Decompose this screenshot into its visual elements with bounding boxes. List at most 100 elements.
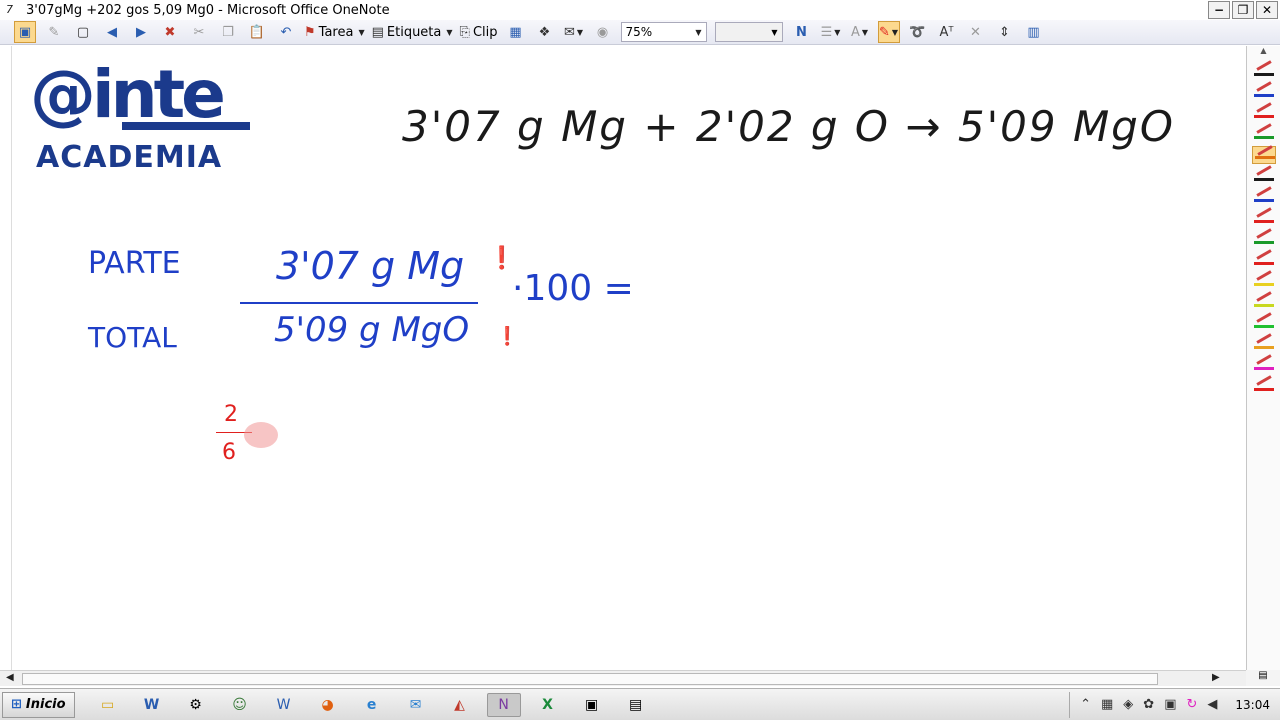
zoom-select[interactable]: 75% ▼ — [620, 22, 707, 42]
chevron-down-icon: ▼ — [695, 27, 702, 37]
eraser-icon[interactable]: ✕ — [965, 21, 987, 43]
note-page[interactable]: @inte ACADEMIA 3'07 g Mg + 2'02 g O → 5'… — [12, 46, 1244, 670]
pen-nib-icon — [1255, 207, 1272, 218]
pen-swatch-16[interactable] — [1252, 375, 1276, 395]
ink-total: TOTAL — [88, 321, 177, 354]
bullets-icon[interactable]: ☰ ▼ — [820, 21, 842, 43]
logo-academia-text: ACADEMIA — [36, 140, 223, 175]
users-icon[interactable]: ☺ — [223, 693, 257, 717]
insert-space-icon[interactable]: ⇕ — [994, 21, 1016, 43]
onenote-taskbar-icon[interactable]: N — [486, 692, 521, 717]
scroll-right-icon[interactable]: ▶ — [1212, 672, 1220, 683]
horizontal-scrollbar[interactable]: ◀ ▶ — [0, 670, 1246, 686]
scrollbar-thumb[interactable] — [22, 673, 1158, 685]
window-icon[interactable]: ▣ — [575, 693, 609, 717]
ink-red-mark-bottom: ❗ — [496, 326, 519, 347]
send-icon[interactable]: ✉ ▼ — [563, 21, 585, 43]
minimize-button[interactable]: − — [1208, 1, 1230, 19]
windows-logo-icon: ⊞ — [11, 697, 22, 712]
font-color-icon[interactable]: A ▼ — [849, 21, 871, 43]
antivirus-icon[interactable]: ◈ — [1123, 697, 1133, 712]
update-icon[interactable]: ↻ — [1187, 697, 1198, 712]
pen-swatch-6[interactable] — [1252, 165, 1276, 185]
start-button[interactable]: ⊞ Inicio — [2, 691, 75, 718]
pen-swatch-3[interactable] — [1252, 102, 1276, 122]
forward-icon[interactable]: ▶ — [130, 21, 152, 43]
pen-color-stroke — [1253, 262, 1274, 265]
text-style-icon[interactable]: Aᵀ — [936, 21, 958, 43]
pen-color-stroke — [1253, 283, 1274, 286]
cut-icon[interactable]: ✂ — [188, 21, 210, 43]
pen-tool-icon[interactable]: ✎ — [43, 21, 65, 43]
page-list-icon[interactable]: ▥ — [1023, 21, 1045, 43]
ink-red-mark-top: ❗ — [488, 246, 516, 271]
pen-swatch-9[interactable] — [1252, 228, 1276, 248]
monitor-icon[interactable]: ▤ — [619, 693, 653, 717]
pen-swatch-10[interactable] — [1252, 249, 1276, 269]
pen-swatch-15[interactable] — [1252, 354, 1276, 374]
pen-color-icon[interactable]: ✎ ▼ — [877, 21, 900, 43]
etiqueta-button[interactable]: ▤ Etiqueta ▼ — [372, 21, 453, 43]
clip-button[interactable]: ⎘ Clip — [460, 21, 498, 43]
pen-color-stroke — [1253, 115, 1274, 118]
ink-fraction-line — [240, 302, 478, 304]
excel-icon[interactable]: X — [531, 693, 565, 717]
delete-icon[interactable]: ✖ — [159, 21, 181, 43]
window-controls: − ❐ ✕ — [1208, 1, 1278, 19]
pen-swatch-12[interactable] — [1252, 291, 1276, 311]
tarea-button[interactable]: ⚑ Tarea ▼ — [304, 21, 365, 43]
pen-nib-icon — [1255, 291, 1272, 302]
onenote-app-icon[interactable]: 7 — [6, 3, 20, 17]
page-tabs-icon[interactable]: ▤ — [1246, 670, 1280, 686]
scroll-left-icon[interactable]: ◀ — [6, 672, 14, 683]
start-label: Inicio — [25, 697, 66, 712]
restore-button[interactable]: ❐ — [1232, 1, 1254, 19]
new-page-icon[interactable]: ▢ — [72, 21, 94, 43]
pen-nib-icon — [1255, 228, 1272, 239]
font-size-select[interactable]: ▼ — [714, 22, 783, 42]
research-icon[interactable]: ❖ — [534, 21, 556, 43]
pen-palette: ▲ — [1246, 46, 1280, 670]
network-icon[interactable]: ▦ — [1101, 697, 1113, 712]
tools-icon[interactable]: ⚙ — [179, 693, 213, 717]
table-icon[interactable]: ▦ — [505, 21, 527, 43]
pen-nib-icon — [1255, 186, 1272, 197]
folder-icon[interactable]: ▭ — [91, 693, 125, 717]
taskbar: ⊞ Inicio ▭ W ⚙ ☺ W ◕ e ✉ ◭ N X ▣ ▤ ⌃ ▦ ◈… — [0, 688, 1280, 720]
pen-swatch-1[interactable] — [1252, 60, 1276, 80]
pen-swatch-13[interactable] — [1252, 312, 1276, 332]
record-icon[interactable]: ◉ — [592, 21, 614, 43]
display-icon[interactable]: ▣ — [1164, 697, 1176, 712]
bold-button[interactable]: N — [791, 21, 813, 43]
pen-swatch-7[interactable] — [1252, 186, 1276, 206]
title-bar: 7 3'07gMg +202 gos 5,09 Mg0 - Microsoft … — [0, 0, 1280, 20]
window-title: 3'07gMg +202 gos 5,09 Mg0 - Microsoft Of… — [26, 2, 390, 18]
firefox-icon[interactable]: ◕ — [311, 693, 345, 717]
word-icon[interactable]: W — [135, 693, 169, 717]
pen-nib-icon — [1255, 81, 1272, 92]
undo-icon[interactable]: ↶ — [275, 21, 297, 43]
pen-swatch-11[interactable] — [1252, 270, 1276, 290]
security-icon[interactable]: ✿ — [1143, 697, 1154, 712]
pen-swatch-14[interactable] — [1252, 333, 1276, 353]
tag-icon: ▤ — [371, 24, 384, 40]
full-page-view-icon[interactable]: ▣ — [14, 21, 36, 43]
copy-icon[interactable]: ❐ — [217, 21, 239, 43]
pen-color-stroke — [1253, 241, 1274, 244]
lasso-icon[interactable]: ➰ — [907, 21, 929, 43]
pen-swatch-2[interactable] — [1252, 81, 1276, 101]
pen-nib-icon — [1255, 312, 1272, 323]
paste-icon[interactable]: 📋 — [246, 21, 268, 43]
acrobat-icon[interactable]: ◭ — [443, 693, 477, 717]
pen-swatch-8[interactable] — [1252, 207, 1276, 227]
wordpad-icon[interactable]: W — [267, 693, 301, 717]
close-button[interactable]: ✕ — [1256, 1, 1278, 19]
pen-swatch-4[interactable] — [1252, 123, 1276, 143]
tray-expand-icon[interactable]: ⌃ — [1080, 697, 1091, 712]
internet-explorer-icon[interactable]: e — [355, 693, 389, 717]
palette-scroll-up-icon[interactable]: ▲ — [1247, 46, 1280, 60]
pen-swatch-5[interactable] — [1251, 145, 1276, 164]
messenger-icon[interactable]: ✉ — [399, 693, 433, 717]
back-icon[interactable]: ◀ — [101, 21, 123, 43]
volume-icon[interactable]: ◀ — [1207, 697, 1217, 712]
